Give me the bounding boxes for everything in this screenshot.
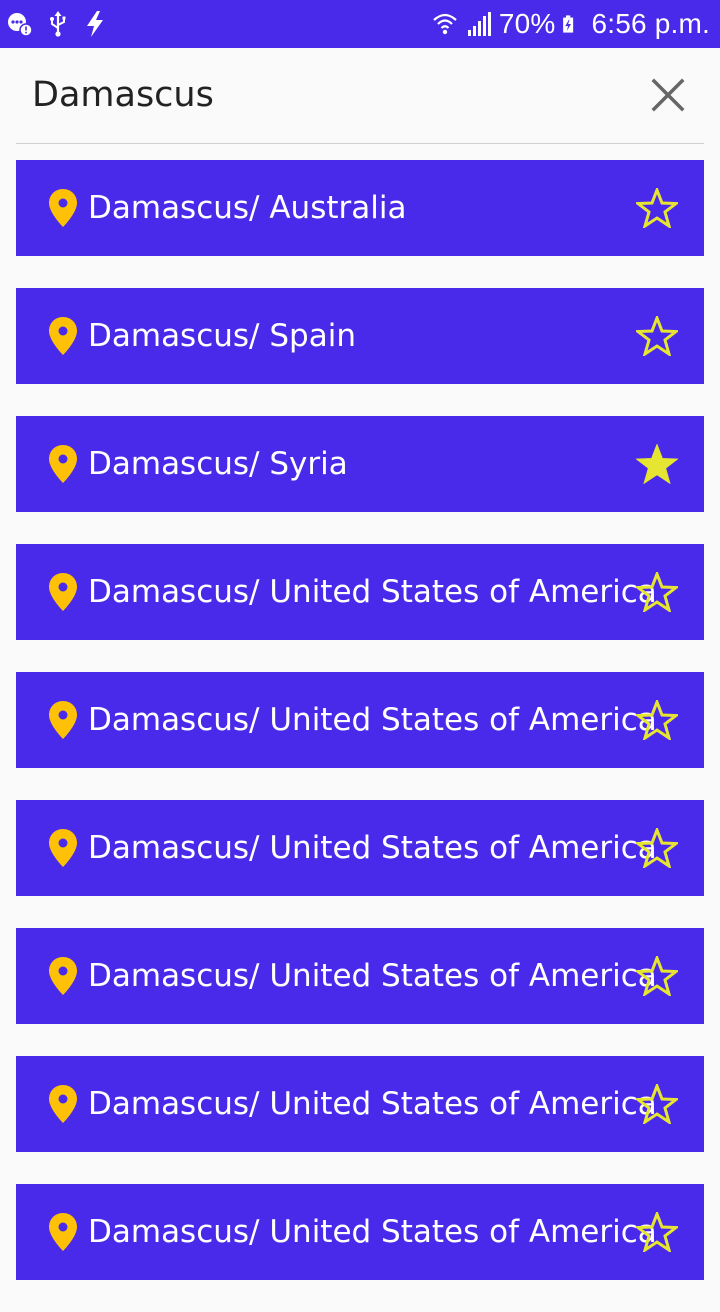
list-item-label: Damascus/ Syria: [88, 446, 348, 482]
list-item[interactable]: Damascus/ United States of America: [16, 928, 704, 1024]
close-icon[interactable]: [648, 75, 688, 115]
star-outline-icon[interactable]: [636, 1212, 678, 1252]
star-outline-icon[interactable]: [636, 956, 678, 996]
list-item-label: Damascus/ United States of America: [88, 958, 657, 994]
search-input[interactable]: Damascus: [32, 48, 214, 143]
search-header: Damascus: [16, 48, 704, 144]
location-pin-icon: [49, 189, 77, 227]
list-item[interactable]: Damascus/ United States of America: [16, 1184, 704, 1280]
location-pin-icon: [49, 957, 77, 995]
star-outline-icon[interactable]: [636, 572, 678, 612]
list-item[interactable]: Damascus/ Spain: [16, 288, 704, 384]
wifi-icon: [433, 13, 457, 35]
charging-bolt-icon: [87, 11, 103, 37]
clock: 6:56 p.m.: [591, 8, 710, 39]
list-item[interactable]: Damascus/ United States of America: [16, 672, 704, 768]
list-item-label: Damascus/ United States of America: [88, 1214, 657, 1250]
status-left-icons: [6, 8, 110, 40]
list-item[interactable]: Damascus/ United States of America: [16, 1056, 704, 1152]
star-filled-icon[interactable]: [636, 444, 678, 484]
star-outline-icon[interactable]: [636, 1084, 678, 1124]
star-outline-icon[interactable]: [636, 316, 678, 356]
usb-icon: [50, 11, 66, 37]
status-bar: 70% 6:56 p.m.: [0, 0, 720, 48]
list-item-label: Damascus/ Australia: [88, 190, 407, 226]
list-item-label: Damascus/ United States of America: [88, 574, 657, 610]
list-item[interactable]: Damascus/ United States of America: [16, 800, 704, 896]
battery-charging-icon: [563, 15, 574, 33]
star-outline-icon[interactable]: [636, 828, 678, 868]
signal-icon: [467, 12, 491, 36]
battery-percentage: 70%: [498, 8, 556, 39]
results-list: Damascus/ Australia Damascus/ Spain Damasc…: [16, 160, 704, 1312]
list-item-label: Damascus/ United States of America: [88, 830, 657, 866]
location-pin-icon: [49, 1085, 77, 1123]
location-pin-icon: [49, 317, 77, 355]
status-right-icons: 70% 6:56 p.m.: [431, 0, 710, 48]
list-item[interactable]: Damascus/ United States of America: [16, 544, 704, 640]
list-item-label: Damascus/ Spain: [88, 318, 356, 354]
star-outline-icon[interactable]: [636, 700, 678, 740]
list-item-label: Damascus/ United States of America: [88, 1086, 657, 1122]
location-pin-icon: [49, 1213, 77, 1251]
location-pin-icon: [49, 573, 77, 611]
list-item-label: Damascus/ United States of America: [88, 702, 657, 738]
location-pin-icon: [49, 701, 77, 739]
list-item[interactable]: Damascus/ Australia: [16, 160, 704, 256]
notification-icon: [8, 13, 33, 37]
list-item[interactable]: Damascus/ Syria: [16, 416, 704, 512]
location-pin-icon: [49, 445, 77, 483]
location-pin-icon: [49, 829, 77, 867]
star-outline-icon[interactable]: [636, 188, 678, 228]
